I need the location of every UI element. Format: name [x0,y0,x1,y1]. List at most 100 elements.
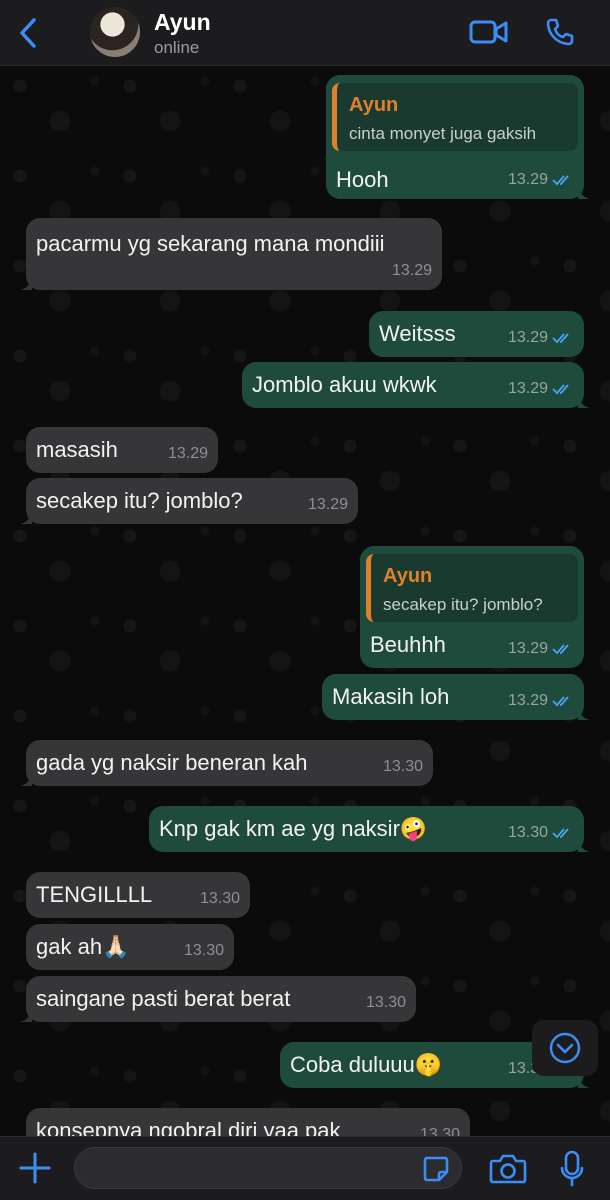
microphone-icon [560,1150,584,1187]
back-button[interactable] [16,16,42,50]
voice-call-button[interactable] [545,17,575,47]
quoted-message[interactable]: Ayun cinta monyet juga gaksih [332,83,578,151]
double-check-icon [552,828,569,839]
incoming-message-bubble[interactable]: gada yg naksir beneran kah 13.30 [20,740,433,786]
message-text: gak ah🙏🏻 [36,934,130,959]
scroll-to-bottom-button[interactable] [532,1020,598,1076]
bubble-tail [20,772,32,786]
message-time: 13.30 [419,1126,460,1136]
bubble-tail [578,185,590,199]
camera-icon [489,1154,527,1184]
chat-header: Ayun online [0,0,610,66]
outgoing-message-bubble[interactable]: Knp gak km ae yg naksir🤪 13.30 [149,806,590,852]
message-time: 13.29 [507,692,548,709]
incoming-message-bubble[interactable]: gak ah🙏🏻 13.30 [26,924,234,970]
message-time: 13.29 [167,445,208,462]
chat-messages-area[interactable]: Ayun cinta monyet juga gaksih Hooh 13.29… [0,66,610,1136]
outgoing-message-bubble[interactable]: Makasih loh 13.29 [322,674,590,720]
message-meta: 13.29 [508,167,574,193]
quoted-text: cinta monyet juga gaksih [349,124,537,143]
message-text: Beuhhh [370,632,446,657]
incoming-message-bubble[interactable]: saingane pasti berat berat 13.30 [20,976,416,1022]
message-text: Weitsss [379,321,456,346]
sticker-button[interactable] [422,1155,450,1183]
message-text: Knp gak km ae yg naksir🤪 [159,816,428,841]
bubble-tail [20,510,32,524]
double-check-icon [552,644,569,655]
message-text: Coba duluuu🤫 [290,1052,443,1077]
message-meta: 13.30 [184,938,224,964]
contact-name[interactable]: Ayun [154,9,211,36]
double-check-icon [552,175,569,186]
bubble-tail [20,276,32,290]
message-meta: 13.30 [420,1122,460,1136]
bubble-tail [578,838,590,852]
outgoing-message-bubble[interactable]: Jomblo akuu wkwk 13.29 [242,362,590,408]
message-time: 13.30 [382,758,423,775]
message-time: 13.30 [183,942,224,959]
back-chevron-icon [20,18,36,48]
message-meta: 13.30 [366,990,406,1016]
message-meta: 13.29 [392,258,432,284]
message-time: 13.29 [307,496,348,513]
quoted-sender-name: Ayun [349,94,399,116]
video-call-icon [469,20,508,44]
message-input[interactable] [74,1147,462,1189]
message-meta: 13.30 [383,754,423,780]
double-check-icon [552,333,569,344]
message-text: Hooh [336,167,389,192]
quoted-text: secakep itu? jomblo? [383,595,543,614]
message-meta: 13.29 [508,688,574,714]
incoming-message-bubble[interactable]: secakep itu? jomblo? 13.29 [20,478,358,524]
message-time: 13.30 [365,994,406,1011]
microphone-button[interactable] [559,1150,585,1188]
chevron-down-icon [549,1032,581,1064]
message-text: masasih [36,437,118,462]
message-meta: 13.29 [308,492,348,518]
bubble-tail [578,1074,590,1088]
outgoing-message-bubble[interactable]: Weitsss 13.29 [369,311,584,357]
message-time: 13.29 [507,329,548,346]
message-meta: 13.30 [508,820,574,846]
message-meta: 13.29 [508,376,574,402]
message-meta: 13.29 [508,636,574,662]
sticker-icon [423,1156,449,1182]
phone-icon [546,18,574,46]
message-text: Makasih loh [332,684,450,709]
message-text: pacarmu yg sekarang mana mondiii [36,231,385,256]
camera-button[interactable] [489,1153,527,1185]
double-check-icon [552,696,569,707]
bubble-tail [578,394,590,408]
outgoing-message-bubble[interactable]: Ayun cinta monyet juga gaksih Hooh 13.29 [326,75,590,199]
double-check-icon [552,384,569,395]
message-time: 13.30 [507,824,548,841]
message-time: 13.29 [391,262,432,279]
bubble-tail [578,706,590,720]
message-meta: 13.29 [168,441,208,467]
video-call-button[interactable] [469,18,509,46]
message-text: konsepnya ngobral diri yaa pak [36,1118,341,1136]
incoming-message-bubble[interactable]: masasih 13.29 [26,427,218,473]
message-composer-bar [0,1136,610,1200]
contact-avatar[interactable] [90,7,140,57]
message-meta: 13.30 [200,886,240,912]
outgoing-message-bubble[interactable]: Ayun secakep itu? jomblo? Beuhhh 13.29 [360,546,584,668]
message-time: 13.29 [507,640,548,657]
message-meta: 13.29 [508,325,574,351]
message-text: saingane pasti berat berat [36,986,291,1011]
message-time: 13.29 [507,380,548,397]
message-time: 13.29 [507,171,548,188]
message-text: TENGILLLL [36,882,153,907]
attach-button[interactable] [18,1151,52,1185]
plus-icon [19,1152,51,1184]
bubble-tail [20,1008,32,1022]
quoted-sender-name: Ayun [383,565,433,587]
incoming-message-bubble[interactable]: konsepnya ngobral diri yaa pak 13.30 [26,1108,470,1136]
message-text: Jomblo akuu wkwk [252,372,437,397]
quoted-message[interactable]: Ayun secakep itu? jomblo? [366,554,578,622]
incoming-message-bubble[interactable]: pacarmu yg sekarang mana mondiii 13.29 [20,218,442,290]
message-text: gada yg naksir beneran kah [36,750,308,775]
incoming-message-bubble[interactable]: TENGILLLL 13.30 [26,872,250,918]
contact-status: online [154,38,200,57]
message-time: 13.30 [199,890,240,907]
